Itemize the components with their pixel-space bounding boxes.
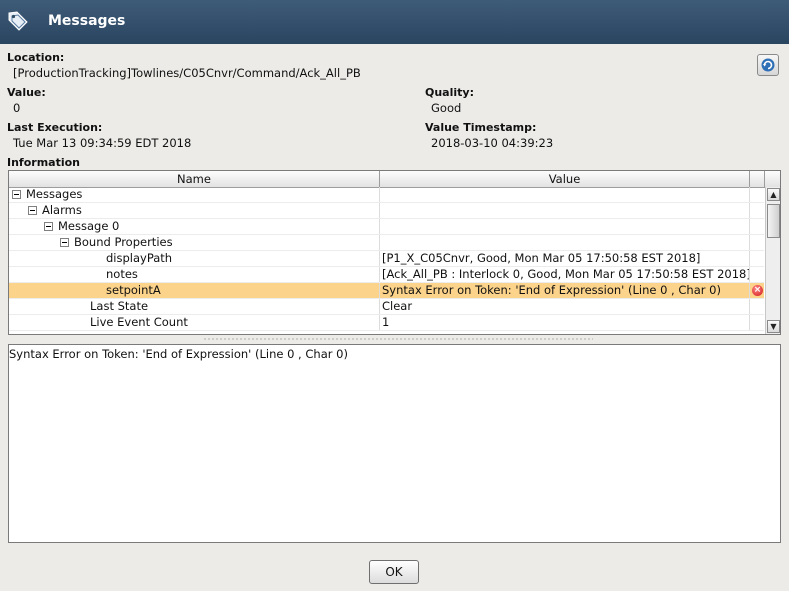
row-value: [P1_X_C05Cnvr, Good, Mon Mar 05 17:50:58… — [380, 251, 750, 266]
scroll-up-button[interactable]: ▲ — [767, 188, 780, 201]
information-label: Information — [7, 156, 80, 169]
status-cell — [750, 219, 764, 234]
value-timestamp-label: Value Timestamp: — [425, 121, 537, 134]
information-table[interactable]: Name Value Messages Alarms Message 0 Bound … — [8, 170, 781, 335]
row-value — [380, 235, 750, 250]
name-cell: Message 0 — [9, 219, 380, 234]
window-title: Messages — [48, 13, 126, 29]
ok-button[interactable]: OK — [369, 560, 419, 584]
collapse-toggle-icon[interactable] — [12, 190, 21, 199]
refresh-icon — [761, 58, 775, 72]
collapse-toggle-icon[interactable] — [60, 238, 69, 247]
tag-icon — [8, 11, 28, 31]
last-execution-label: Last Execution: — [7, 121, 103, 134]
name-cell: setpointA — [9, 283, 380, 298]
table-row[interactable]: Live Event Count 1 — [9, 315, 764, 331]
quality-label: Quality: — [425, 86, 474, 99]
table-row[interactable]: setpointA Syntax Error on Token: 'End of … — [9, 283, 764, 299]
error-icon: × — [752, 285, 763, 296]
name-cell: displayPath — [9, 251, 380, 266]
row-value: 1 — [380, 315, 750, 330]
status-cell — [750, 251, 764, 266]
status-cell — [750, 299, 764, 314]
status-cell — [750, 267, 764, 282]
value-label: Value: — [7, 86, 46, 99]
row-name: Bound Properties — [74, 235, 173, 249]
row-value — [380, 203, 750, 218]
divider-grip — [203, 338, 593, 340]
value-timestamp-value: 2018-03-10 04:39:23 — [431, 136, 554, 150]
last-execution-value: Tue Mar 13 09:34:59 EDT 2018 — [13, 136, 192, 150]
status-cell — [750, 203, 764, 218]
split-pane-divider[interactable] — [8, 336, 781, 342]
value-value: 0 — [13, 101, 21, 115]
status-cell — [750, 315, 764, 330]
detail-text: Syntax Error on Token: 'End of Expressio… — [9, 347, 348, 361]
table-row[interactable]: Alarms — [9, 203, 764, 219]
row-value — [380, 187, 750, 202]
row-name: notes — [106, 267, 138, 281]
name-cell: Alarms — [9, 203, 380, 218]
status-cell — [750, 187, 764, 202]
vertical-scrollbar[interactable]: ▲ ▼ — [765, 187, 780, 334]
row-value: Clear — [380, 299, 750, 314]
location-label: Location: — [7, 51, 65, 64]
table-row[interactable]: Bound Properties — [9, 235, 764, 251]
column-header-value[interactable]: Value — [380, 171, 750, 187]
title-bar: Messages — [0, 0, 789, 44]
row-value — [380, 219, 750, 234]
name-cell: Bound Properties — [9, 235, 380, 250]
row-value: [Ack_All_PB : Interlock 0, Good, Mon Mar… — [382, 267, 750, 282]
table-row[interactable]: displayPath [P1_X_C05Cnvr, Good, Mon Mar … — [9, 251, 764, 267]
name-cell: Live Event Count — [9, 315, 380, 330]
row-name: displayPath — [106, 251, 173, 265]
column-header-name[interactable]: Name — [9, 171, 380, 187]
scroll-down-button[interactable]: ▼ — [767, 320, 780, 333]
row-name: Alarms — [42, 203, 82, 217]
location-value: [ProductionTracking]Towlines/C05Cnvr/Com… — [13, 66, 361, 80]
header-corner — [750, 171, 765, 187]
table-body: Messages Alarms Message 0 Bound Properties d… — [9, 187, 764, 331]
table-row[interactable]: notes [Ack_All_PB : Interlock 0, Good, Mo… — [9, 267, 764, 283]
status-cell: × — [750, 283, 764, 298]
collapse-toggle-icon[interactable] — [44, 222, 53, 231]
name-cell: notes — [9, 267, 380, 282]
detail-text-area[interactable]: Syntax Error on Token: 'End of Expressio… — [8, 344, 781, 543]
quality-value: Good — [431, 101, 462, 115]
row-name: Message 0 — [58, 219, 120, 233]
row-name: Live Event Count — [90, 315, 188, 329]
row-name: setpointA — [106, 283, 161, 297]
status-cell — [750, 235, 764, 250]
table-row[interactable]: Last State Clear — [9, 299, 764, 315]
row-name: Messages — [26, 187, 83, 201]
row-name: Last State — [90, 299, 149, 313]
table-row[interactable]: Message 0 — [9, 219, 764, 235]
table-header: Name Value — [9, 171, 780, 188]
table-row[interactable]: Messages — [9, 187, 764, 203]
collapse-toggle-icon[interactable] — [28, 206, 37, 215]
refresh-button[interactable] — [757, 54, 779, 76]
scroll-thumb[interactable] — [767, 204, 780, 238]
row-value: Syntax Error on Token: 'End of Expressio… — [380, 283, 750, 298]
name-cell: Messages — [9, 187, 380, 202]
name-cell: Last State — [9, 299, 380, 314]
